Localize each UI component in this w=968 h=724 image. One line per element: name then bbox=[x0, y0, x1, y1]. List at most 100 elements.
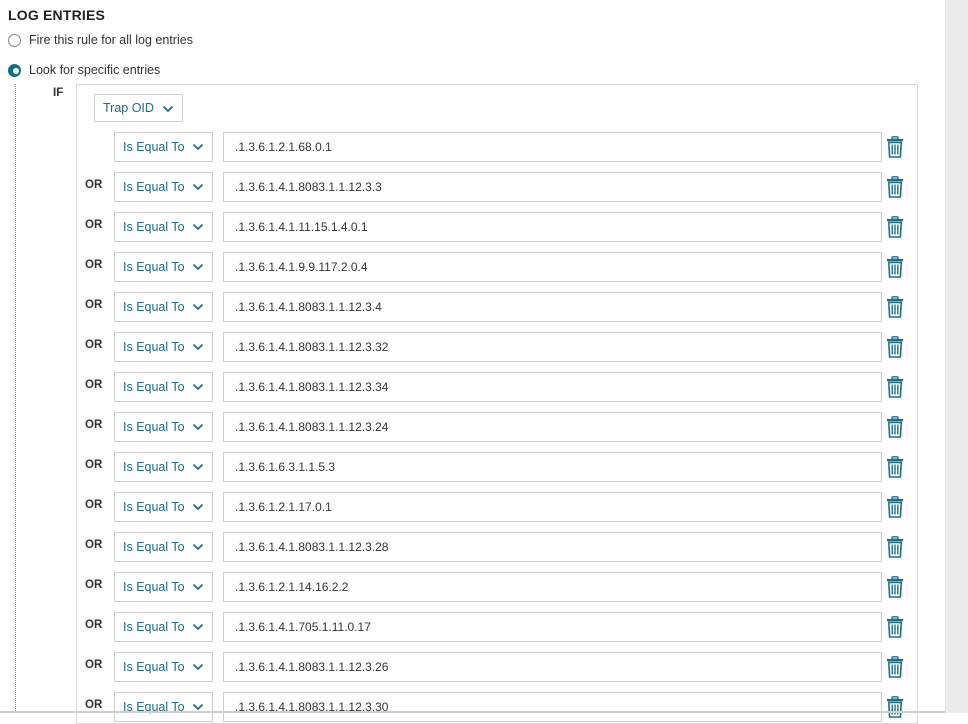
trash-icon[interactable] bbox=[886, 656, 904, 678]
operator-select[interactable]: Is Equal To bbox=[114, 652, 213, 682]
oid-value-input[interactable]: .1.3.6.1.4.1.8083.1.1.12.3.3 bbox=[223, 172, 882, 202]
chevron-down-icon bbox=[192, 543, 204, 551]
trash-icon[interactable] bbox=[886, 576, 904, 598]
oid-value-text: .1.3.6.1.4.1.11.15.1.4.0.1 bbox=[235, 220, 368, 234]
or-label: OR bbox=[85, 619, 103, 631]
chevron-down-icon bbox=[192, 583, 204, 591]
oid-value-input[interactable]: .1.3.6.1.2.1.68.0.1 bbox=[223, 132, 882, 162]
oid-value-input[interactable]: .1.3.6.1.2.1.17.0.1 bbox=[223, 492, 882, 522]
oid-value-input[interactable]: .1.3.6.1.4.1.8083.1.1.12.3.32 bbox=[223, 332, 882, 362]
trash-icon[interactable] bbox=[886, 176, 904, 198]
radio-label: Fire this rule for all log entries bbox=[29, 33, 193, 47]
chevron-down-icon bbox=[192, 303, 204, 311]
oid-value-text: .1.3.6.1.4.1.8083.1.1.12.3.24 bbox=[235, 420, 389, 434]
trash-icon[interactable] bbox=[886, 536, 904, 558]
or-label: OR bbox=[85, 459, 103, 471]
trash-icon[interactable] bbox=[886, 216, 904, 238]
or-label: OR bbox=[85, 419, 103, 431]
oid-value-input[interactable]: .1.3.6.1.4.1.8083.1.1.12.3.30 bbox=[223, 692, 882, 722]
operator-select[interactable]: Is Equal To bbox=[114, 172, 213, 202]
operator-select-value: Is Equal To bbox=[123, 540, 185, 554]
operator-select-value: Is Equal To bbox=[123, 660, 185, 674]
trash-icon[interactable] bbox=[886, 376, 904, 398]
oid-value-text: .1.3.6.1.2.1.17.0.1 bbox=[235, 500, 332, 514]
oid-value-input[interactable]: .1.3.6.1.4.1.705.1.11.0.17 bbox=[223, 612, 882, 642]
oid-value-input[interactable]: .1.3.6.1.2.1.14.16.2.2 bbox=[223, 572, 882, 602]
tree-connector-line bbox=[15, 84, 16, 713]
chevron-down-icon bbox=[192, 343, 204, 351]
operator-select[interactable]: Is Equal To bbox=[114, 372, 213, 402]
oid-value-input[interactable]: .1.3.6.1.4.1.8083.1.1.12.3.28 bbox=[223, 532, 882, 562]
trash-icon[interactable] bbox=[886, 456, 904, 478]
field-select[interactable]: Trap OID bbox=[94, 94, 183, 122]
oid-value-input[interactable]: .1.3.6.1.6.3.1.1.5.3 bbox=[223, 452, 882, 482]
oid-value-input[interactable]: .1.3.6.1.4.1.8083.1.1.12.3.24 bbox=[223, 412, 882, 442]
or-label: OR bbox=[85, 579, 103, 591]
operator-select[interactable]: Is Equal To bbox=[114, 132, 213, 162]
if-label: IF bbox=[53, 87, 64, 99]
chevron-down-icon bbox=[192, 663, 204, 671]
oid-value-input[interactable]: .1.3.6.1.4.1.8083.1.1.12.3.26 bbox=[223, 652, 882, 682]
oid-value-text: .1.3.6.1.2.1.68.0.1 bbox=[235, 140, 332, 154]
operator-select-value: Is Equal To bbox=[123, 460, 185, 474]
oid-value-input[interactable]: .1.3.6.1.4.1.8083.1.1.12.3.4 bbox=[223, 292, 882, 322]
operator-select[interactable]: Is Equal To bbox=[114, 692, 213, 722]
oid-value-input[interactable]: .1.3.6.1.4.1.9.9.117.2.0.4 bbox=[223, 252, 882, 282]
oid-value-text: .1.3.6.1.4.1.8083.1.1.12.3.26 bbox=[235, 660, 389, 674]
operator-select-value: Is Equal To bbox=[123, 420, 185, 434]
chevron-down-icon bbox=[192, 463, 204, 471]
chevron-down-icon bbox=[192, 423, 204, 431]
or-label: OR bbox=[85, 339, 103, 351]
or-label: OR bbox=[85, 299, 103, 311]
or-label: OR bbox=[85, 699, 103, 711]
or-label: OR bbox=[85, 259, 103, 271]
operator-select-value: Is Equal To bbox=[123, 620, 185, 634]
chevron-down-icon bbox=[192, 503, 204, 511]
trash-icon[interactable] bbox=[886, 296, 904, 318]
chevron-down-icon bbox=[192, 703, 204, 711]
oid-value-text: .1.3.6.1.4.1.8083.1.1.12.3.3 bbox=[235, 180, 382, 194]
radio-all-entries[interactable]: Fire this rule for all log entries bbox=[8, 32, 193, 48]
vertical-scrollbar[interactable] bbox=[945, 0, 968, 713]
radio-label: Look for specific entries bbox=[29, 63, 161, 77]
operator-select[interactable]: Is Equal To bbox=[114, 492, 213, 522]
radio-button[interactable] bbox=[8, 33, 21, 47]
radio-button-selected[interactable] bbox=[8, 63, 21, 77]
oid-value-text: .1.3.6.1.4.1.8083.1.1.12.3.34 bbox=[235, 380, 389, 394]
or-label: OR bbox=[85, 499, 103, 511]
oid-value-text: .1.3.6.1.6.3.1.1.5.3 bbox=[235, 460, 336, 474]
or-label: OR bbox=[85, 219, 103, 231]
trash-icon[interactable] bbox=[886, 336, 904, 358]
trash-icon[interactable] bbox=[886, 496, 904, 518]
or-label: OR bbox=[85, 179, 103, 191]
operator-select[interactable]: Is Equal To bbox=[114, 252, 213, 282]
trash-icon[interactable] bbox=[886, 616, 904, 638]
radio-specific-entries[interactable]: Look for specific entries bbox=[8, 62, 160, 78]
operator-select-value: Is Equal To bbox=[123, 260, 185, 274]
trash-icon[interactable] bbox=[886, 136, 904, 158]
operator-select[interactable]: Is Equal To bbox=[114, 572, 213, 602]
oid-value-text: .1.3.6.1.4.1.8083.1.1.12.3.32 bbox=[235, 340, 389, 354]
operator-select[interactable]: Is Equal To bbox=[114, 532, 213, 562]
oid-value-input[interactable]: .1.3.6.1.4.1.8083.1.1.12.3.34 bbox=[223, 372, 882, 402]
operator-select[interactable]: Is Equal To bbox=[114, 612, 213, 642]
operator-select-value: Is Equal To bbox=[123, 340, 185, 354]
oid-value-text: .1.3.6.1.4.1.8083.1.1.12.3.4 bbox=[235, 300, 382, 314]
operator-select-value: Is Equal To bbox=[123, 300, 185, 314]
trash-icon[interactable] bbox=[886, 416, 904, 438]
operator-select[interactable]: Is Equal To bbox=[114, 412, 213, 442]
operator-select[interactable]: Is Equal To bbox=[114, 332, 213, 362]
trash-icon[interactable] bbox=[886, 256, 904, 278]
trash-icon[interactable] bbox=[886, 696, 904, 718]
field-select-value: Trap OID bbox=[103, 101, 154, 115]
oid-value-input[interactable]: .1.3.6.1.4.1.11.15.1.4.0.1 bbox=[223, 212, 882, 242]
operator-select[interactable]: Is Equal To bbox=[114, 452, 213, 482]
oid-value-text: .1.3.6.1.2.1.14.16.2.2 bbox=[235, 580, 349, 594]
operator-select-value: Is Equal To bbox=[123, 140, 185, 154]
operator-select-value: Is Equal To bbox=[123, 580, 185, 594]
oid-value-text: .1.3.6.1.4.1.8083.1.1.12.3.28 bbox=[235, 540, 389, 554]
operator-select[interactable]: Is Equal To bbox=[114, 292, 213, 322]
or-label: OR bbox=[85, 379, 103, 391]
or-label: OR bbox=[85, 539, 103, 551]
operator-select[interactable]: Is Equal To bbox=[114, 212, 213, 242]
